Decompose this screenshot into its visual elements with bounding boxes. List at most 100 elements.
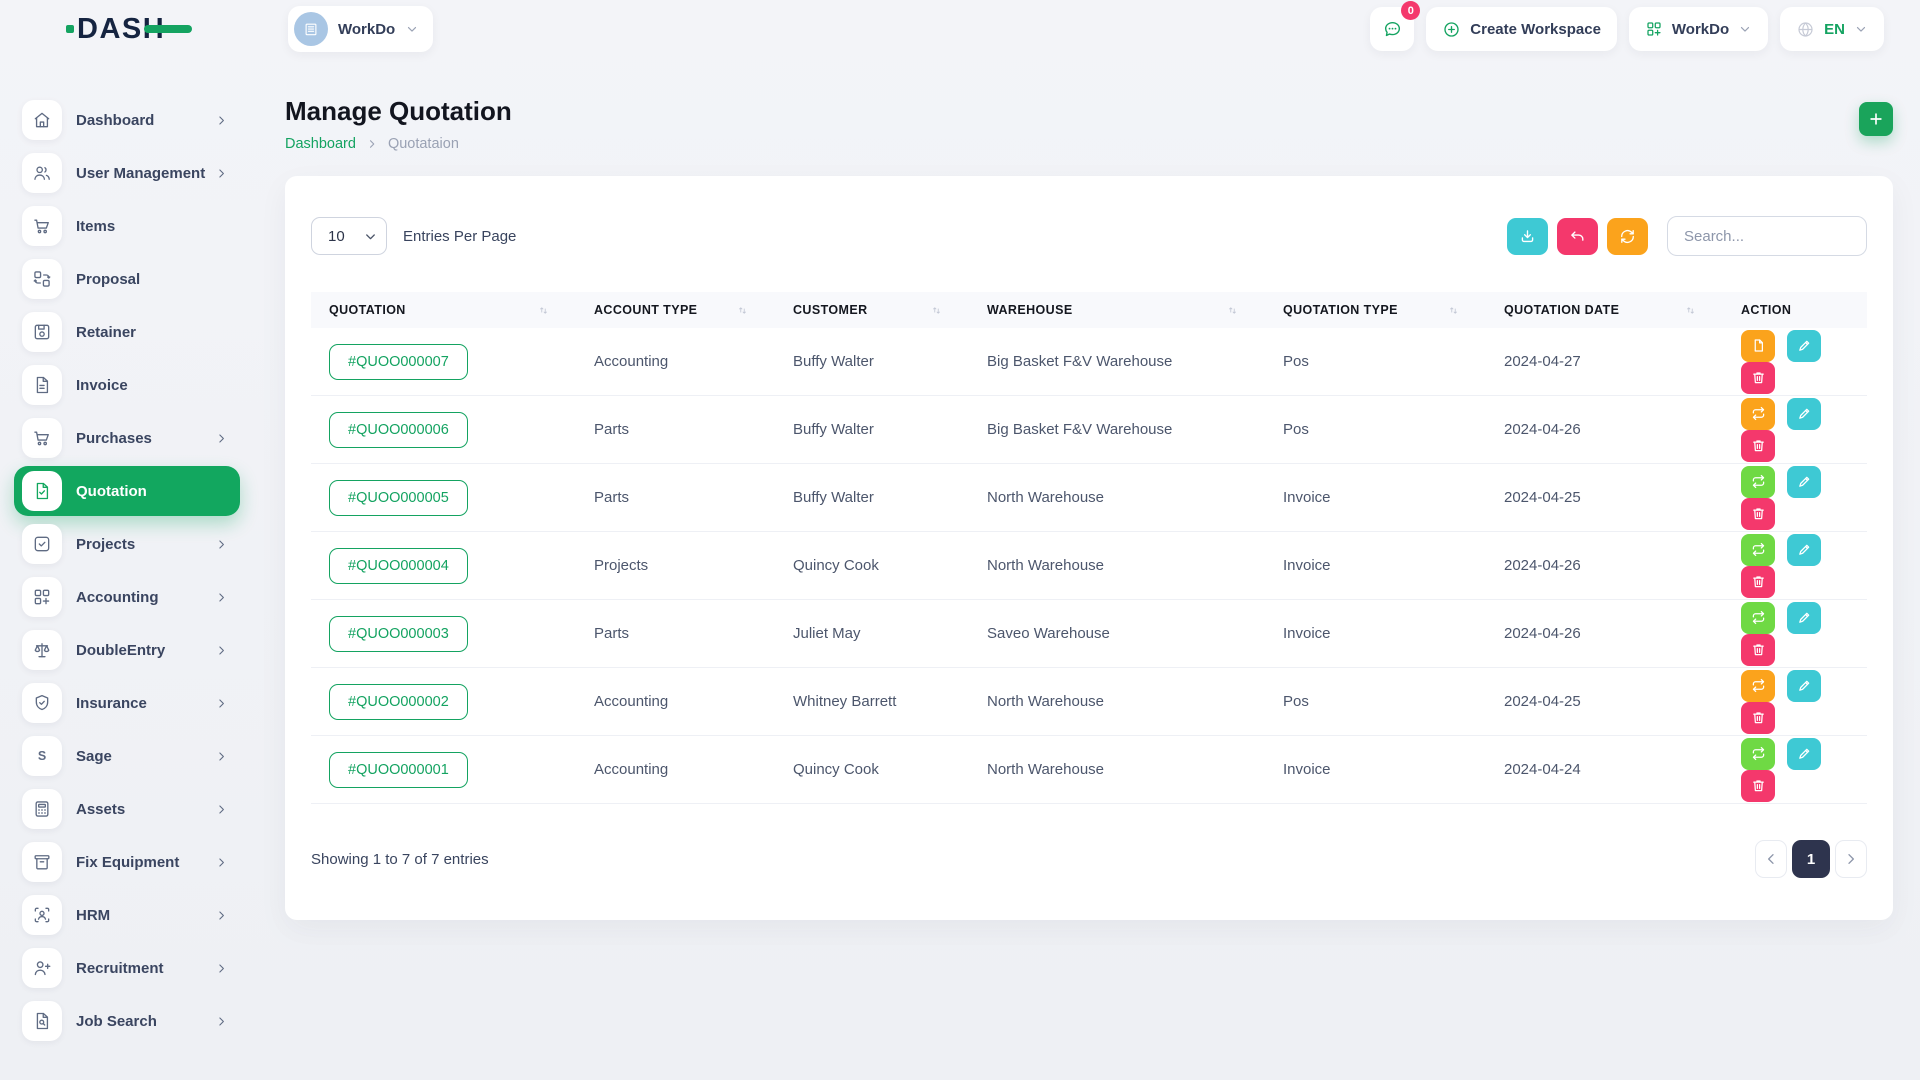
create-workspace-button[interactable]: Create Workspace — [1426, 7, 1617, 51]
cell-customer: Buffy Walter — [775, 353, 969, 370]
convert-button[interactable] — [1741, 534, 1775, 566]
chevron-right-icon — [215, 167, 228, 180]
scales-icon — [22, 630, 62, 670]
edit-button[interactable] — [1787, 398, 1821, 430]
chevron-right-icon — [215, 114, 228, 127]
delete-button[interactable] — [1741, 498, 1775, 530]
table-row: #QUOO000007 Accounting Buffy Walter Big … — [311, 328, 1867, 396]
cell-account-type: Parts — [576, 421, 775, 438]
edit-button[interactable] — [1787, 330, 1821, 362]
sidebar-item-quotation[interactable]: Quotation — [14, 466, 240, 516]
language-label: EN — [1824, 21, 1845, 38]
convert-button[interactable] — [1741, 738, 1775, 770]
sidebar-item-label: Accounting — [76, 589, 159, 606]
sort-icon — [537, 304, 550, 317]
duplicate-button[interactable] — [1741, 330, 1775, 362]
sidebar-item-dashboard[interactable]: Dashboard — [14, 95, 240, 145]
chevron-right-icon — [215, 962, 228, 975]
sidebar-item-purchases[interactable]: Purchases — [14, 413, 240, 463]
sidebar-item-hrm[interactable]: HRM — [14, 890, 240, 940]
quotation-number-badge[interactable]: #QUOO000002 — [329, 684, 468, 720]
sidebar-item-projects[interactable]: Projects — [14, 519, 240, 569]
entries-per-page-select[interactable]: 10 — [311, 217, 387, 255]
prev-page-button[interactable] — [1755, 840, 1787, 878]
user-plus-icon — [22, 948, 62, 988]
column-header-warehouse[interactable]: WAREHOUSE — [969, 303, 1265, 317]
delete-button[interactable] — [1741, 770, 1775, 802]
column-header-quotation-date[interactable]: QUOTATION DATE — [1486, 303, 1723, 317]
sidebar-item-recruitment[interactable]: Recruitment — [14, 943, 240, 993]
sidebar-item-items[interactable]: Items — [14, 201, 240, 251]
delete-button[interactable] — [1741, 702, 1775, 734]
column-header-quotation-type[interactable]: QUOTATION TYPE — [1265, 303, 1486, 317]
cell-quotation-date: 2024-04-26 — [1486, 557, 1723, 574]
page-number-button[interactable]: 1 — [1792, 840, 1830, 878]
convert-button[interactable] — [1741, 398, 1775, 430]
convert-button[interactable] — [1741, 602, 1775, 634]
breadcrumb-dashboard-link[interactable]: Dashboard — [285, 136, 356, 152]
edit-button[interactable] — [1787, 466, 1821, 498]
cell-customer: Juliet May — [775, 625, 969, 642]
cell-account-type: Projects — [576, 557, 775, 574]
sidebar-item-accounting[interactable]: Accounting — [14, 572, 240, 622]
language-menu-button[interactable]: EN — [1780, 7, 1884, 51]
sidebar-item-insurance[interactable]: Insurance — [14, 678, 240, 728]
column-header-account-type[interactable]: ACCOUNT TYPE — [576, 303, 775, 317]
sidebar-item-retainer[interactable]: Retainer — [14, 307, 240, 357]
messages-button[interactable]: 0 — [1370, 7, 1414, 51]
edit-button[interactable] — [1787, 670, 1821, 702]
quotation-number-badge[interactable]: #QUOO000006 — [329, 412, 468, 448]
undo-button[interactable] — [1557, 218, 1598, 255]
sidebar-item-label: Purchases — [76, 430, 152, 447]
delete-button[interactable] — [1741, 362, 1775, 394]
sidebar-item-sage[interactable]: S Sage — [14, 731, 240, 781]
edit-button[interactable] — [1787, 534, 1821, 566]
quotation-number-badge[interactable]: #QUOO000007 — [329, 344, 468, 380]
edit-button[interactable] — [1787, 738, 1821, 770]
create-workspace-label: Create Workspace — [1470, 21, 1601, 38]
breadcrumb-current: Quotataion — [388, 136, 459, 152]
quotation-number-badge[interactable]: #QUOO000001 — [329, 752, 468, 788]
export-button[interactable] — [1507, 218, 1548, 255]
sidebar-item-doubleentry[interactable]: DoubleEntry — [14, 625, 240, 675]
refresh-button[interactable] — [1607, 218, 1648, 255]
file-icon — [1751, 338, 1766, 353]
column-header-action: ACTION — [1723, 303, 1867, 317]
sidebar-item-label: Fix Equipment — [76, 854, 179, 871]
table-row: #QUOO000005 Parts Buffy Walter North War… — [311, 464, 1867, 532]
quotation-number-badge[interactable]: #QUOO000003 — [329, 616, 468, 652]
cell-quotation-type: Pos — [1265, 693, 1486, 710]
sidebar-item-label: DoubleEntry — [76, 642, 165, 659]
convert-button[interactable] — [1741, 670, 1775, 702]
quotation-number-badge[interactable]: #QUOO000005 — [329, 480, 468, 516]
table-row: #QUOO000001 Accounting Quincy Cook North… — [311, 736, 1867, 804]
add-quotation-button[interactable] — [1859, 102, 1893, 136]
edit-button[interactable] — [1787, 602, 1821, 634]
sidebar-item-user-management[interactable]: User Management — [14, 148, 240, 198]
delete-button[interactable] — [1741, 634, 1775, 666]
quotation-number-badge[interactable]: #QUOO000004 — [329, 548, 468, 584]
cell-quotation-date: 2024-04-27 — [1486, 353, 1723, 370]
chevron-right-icon — [215, 909, 228, 922]
sidebar-item-fix-equipment[interactable]: Fix Equipment — [14, 837, 240, 887]
sidebar-item-invoice[interactable]: Invoice — [14, 360, 240, 410]
convert-icon — [1751, 610, 1766, 625]
file-check-icon — [22, 471, 62, 511]
sidebar-item-job-search[interactable]: Job Search — [14, 996, 240, 1046]
search-input[interactable] — [1667, 216, 1867, 256]
sidebar-item-label: Quotation — [76, 483, 147, 500]
convert-button[interactable] — [1741, 466, 1775, 498]
column-header-customer[interactable]: CUSTOMER — [775, 303, 969, 317]
table-controls: 10 Entries Per Page — [311, 216, 1867, 256]
breadcrumb: Dashboard Quotataion — [285, 136, 512, 152]
sidebar-item-assets[interactable]: Assets — [14, 784, 240, 834]
sidebar-item-proposal[interactable]: Proposal — [14, 254, 240, 304]
trash-icon — [1751, 438, 1766, 453]
workspace-selector[interactable]: WorkDo — [288, 6, 433, 52]
column-header-quotation[interactable]: QUOTATION — [311, 303, 576, 317]
sidebar-item-label: Job Search — [76, 1013, 157, 1030]
next-page-button[interactable] — [1835, 840, 1867, 878]
delete-button[interactable] — [1741, 566, 1775, 598]
delete-button[interactable] — [1741, 430, 1775, 462]
workspace-menu-button[interactable]: WorkDo — [1629, 7, 1768, 51]
